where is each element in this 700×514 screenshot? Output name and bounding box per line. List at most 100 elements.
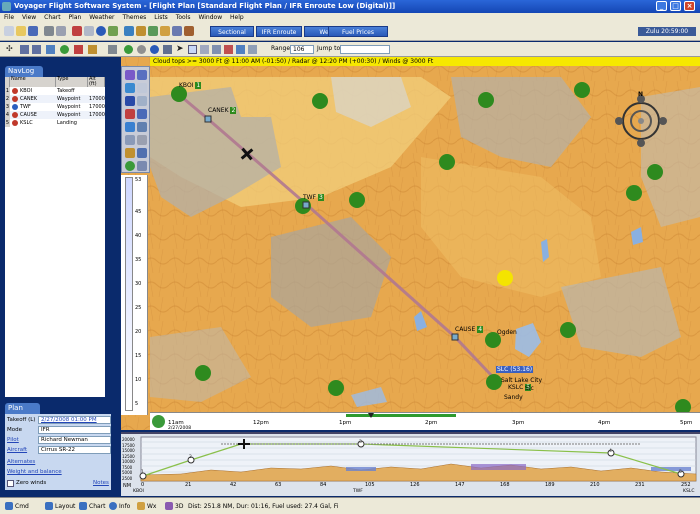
wx-button[interactable]: Wx bbox=[136, 501, 156, 512]
notes-link[interactable]: Notes bbox=[93, 480, 109, 486]
layer-terrain-icon[interactable] bbox=[137, 83, 147, 93]
layer-ifr-icon[interactable] bbox=[137, 70, 147, 80]
menu-file[interactable]: File bbox=[4, 14, 14, 21]
fuel-icon[interactable] bbox=[160, 26, 170, 36]
alternates-link[interactable]: Alternates bbox=[7, 459, 35, 465]
delete-icon[interactable] bbox=[72, 26, 82, 36]
menu-weather[interactable]: Weather bbox=[89, 14, 114, 21]
info-icon[interactable] bbox=[96, 26, 106, 36]
move-up-icon[interactable] bbox=[20, 45, 29, 54]
edit-icon[interactable] bbox=[88, 45, 97, 54]
map-settings-icon[interactable] bbox=[163, 45, 172, 54]
layer-airspace-icon[interactable] bbox=[137, 109, 147, 119]
menu-chart[interactable]: Chart bbox=[44, 14, 61, 21]
measure-icon[interactable] bbox=[212, 45, 221, 54]
layers-icon[interactable] bbox=[108, 45, 117, 54]
range-select[interactable]: 106 bbox=[290, 45, 314, 54]
alt-tick: 30 bbox=[135, 281, 142, 287]
tab-sectional[interactable]: Sectional bbox=[210, 26, 254, 37]
zoom-icon[interactable] bbox=[200, 45, 209, 54]
navlog-row[interactable]: 2 CANEK Waypoint 17000 bbox=[5, 95, 105, 103]
layer-green-icon[interactable] bbox=[125, 161, 135, 171]
open-icon[interactable] bbox=[16, 26, 26, 36]
menu-help[interactable]: Help bbox=[230, 14, 244, 21]
layer-options-icon[interactable] bbox=[137, 161, 147, 171]
activate-icon[interactable] bbox=[60, 45, 69, 54]
menu-tools[interactable]: Tools bbox=[176, 14, 191, 21]
play-animation-button[interactable] bbox=[152, 415, 165, 428]
layer-route-icon[interactable] bbox=[125, 135, 135, 145]
layer-weather-icon[interactable] bbox=[125, 83, 135, 93]
altitude-scale[interactable]: Alt (ft) x 1000 53 45 40 35 30 25 20 15 … bbox=[121, 175, 148, 415]
vertical-profile[interactable]: 1 2 3 4 5 20000 17500 15000 12500 10000 750… bbox=[121, 432, 700, 496]
takeoff-field[interactable]: 2/27/2008 01:00 PM bbox=[38, 416, 111, 424]
layer-radar-icon[interactable] bbox=[137, 148, 147, 158]
reverse-route-icon[interactable] bbox=[46, 45, 55, 54]
terrain-icon[interactable] bbox=[148, 26, 158, 36]
layer-tfr-icon[interactable] bbox=[125, 109, 135, 119]
aircraft-select[interactable]: Cirrus SR-22 bbox=[38, 446, 111, 454]
info-button[interactable]: Info bbox=[108, 501, 130, 512]
aircraft-link[interactable]: Aircraft bbox=[7, 447, 27, 453]
mode-select[interactable]: IFR bbox=[38, 426, 111, 434]
navlog-row[interactable]: 5 KSLC Landing bbox=[5, 119, 105, 127]
globe-icon[interactable] bbox=[150, 45, 159, 54]
jump-to-select[interactable] bbox=[340, 45, 390, 54]
menu-lists[interactable]: Lists bbox=[154, 14, 168, 21]
close-button[interactable]: × bbox=[684, 1, 695, 11]
menu-view[interactable]: View bbox=[22, 14, 36, 21]
layer-navaid-icon[interactable] bbox=[137, 96, 147, 106]
print-preview-icon[interactable] bbox=[56, 26, 66, 36]
route-icon[interactable] bbox=[108, 26, 118, 36]
zoom-out-icon[interactable] bbox=[236, 45, 245, 54]
print-icon[interactable] bbox=[44, 26, 54, 36]
navlog-alt[interactable]: 17000 bbox=[89, 95, 105, 103]
remove-waypoint-icon[interactable] bbox=[74, 45, 83, 54]
pointer-icon[interactable]: ➤ bbox=[176, 45, 185, 54]
rotate-icon[interactable] bbox=[248, 45, 257, 54]
layer-wind-icon[interactable] bbox=[125, 122, 135, 132]
altitude-slider-track[interactable] bbox=[125, 177, 133, 411]
time-slider[interactable]: 11am 2/27/2008 12pm 1pm 2pm 3pm 4pm 5pm bbox=[150, 412, 700, 431]
pilot-select[interactable]: Richard Newman bbox=[38, 436, 111, 444]
maximize-button[interactable]: □ bbox=[670, 1, 681, 11]
menu-plan[interactable]: Plan bbox=[69, 14, 82, 21]
tools-icon[interactable] bbox=[172, 26, 182, 36]
navlog-alt[interactable]: 17000 bbox=[89, 111, 105, 119]
layer-airport-icon[interactable] bbox=[125, 96, 135, 106]
layer-grid-icon[interactable] bbox=[137, 135, 147, 145]
navlog-row[interactable]: 3 TWF Waypoint 17000 bbox=[5, 103, 105, 111]
airport-icon[interactable] bbox=[136, 26, 146, 36]
tab-fuel-prices[interactable]: Fuel Prices bbox=[328, 26, 388, 37]
navlog-row[interactable]: 1 KBOI Takeoff bbox=[5, 87, 105, 95]
record-icon[interactable] bbox=[137, 45, 146, 54]
3d-button[interactable]: 3D bbox=[164, 501, 183, 512]
menu-window[interactable]: Window bbox=[198, 14, 222, 21]
weather-icon[interactable] bbox=[124, 26, 134, 36]
zero-winds-checkbox[interactable] bbox=[7, 480, 14, 487]
navlog-alt[interactable]: 17000 bbox=[89, 103, 105, 111]
cmd-button[interactable]: Cmd bbox=[4, 501, 29, 512]
navlog-row[interactable]: 4 CAUSE Waypoint 17000 bbox=[5, 111, 105, 119]
play-icon[interactable] bbox=[124, 45, 133, 54]
new-icon[interactable] bbox=[4, 26, 14, 36]
chart-button[interactable]: Chart bbox=[78, 501, 106, 512]
layer-sectional-icon[interactable] bbox=[125, 70, 135, 80]
tab-ifr-enroute[interactable]: IFR Enroute bbox=[256, 26, 302, 37]
minimize-button[interactable]: _ bbox=[656, 1, 667, 11]
settings-icon[interactable] bbox=[184, 26, 194, 36]
time-marker[interactable] bbox=[368, 413, 374, 418]
save-icon[interactable] bbox=[28, 26, 38, 36]
add-waypoint-icon[interactable]: ✣ bbox=[6, 45, 15, 54]
pan-hand-icon[interactable] bbox=[188, 45, 197, 54]
weight-balance-link[interactable]: Weight and balance bbox=[7, 469, 62, 475]
map-view[interactable]: N KBOI 1 CANEK 2 TWF 3 CAUSE 4 SLC (53.1… bbox=[121, 57, 700, 430]
layer-fuel-icon[interactable] bbox=[125, 148, 135, 158]
layout-button[interactable]: Layout bbox=[44, 501, 75, 512]
menu-themes[interactable]: Themes bbox=[122, 14, 146, 21]
layer-cloud-icon[interactable] bbox=[137, 122, 147, 132]
copy-icon[interactable] bbox=[84, 26, 94, 36]
move-down-icon[interactable] bbox=[32, 45, 41, 54]
zoom-in-icon[interactable] bbox=[224, 45, 233, 54]
pilot-link[interactable]: Pilot bbox=[7, 437, 19, 443]
